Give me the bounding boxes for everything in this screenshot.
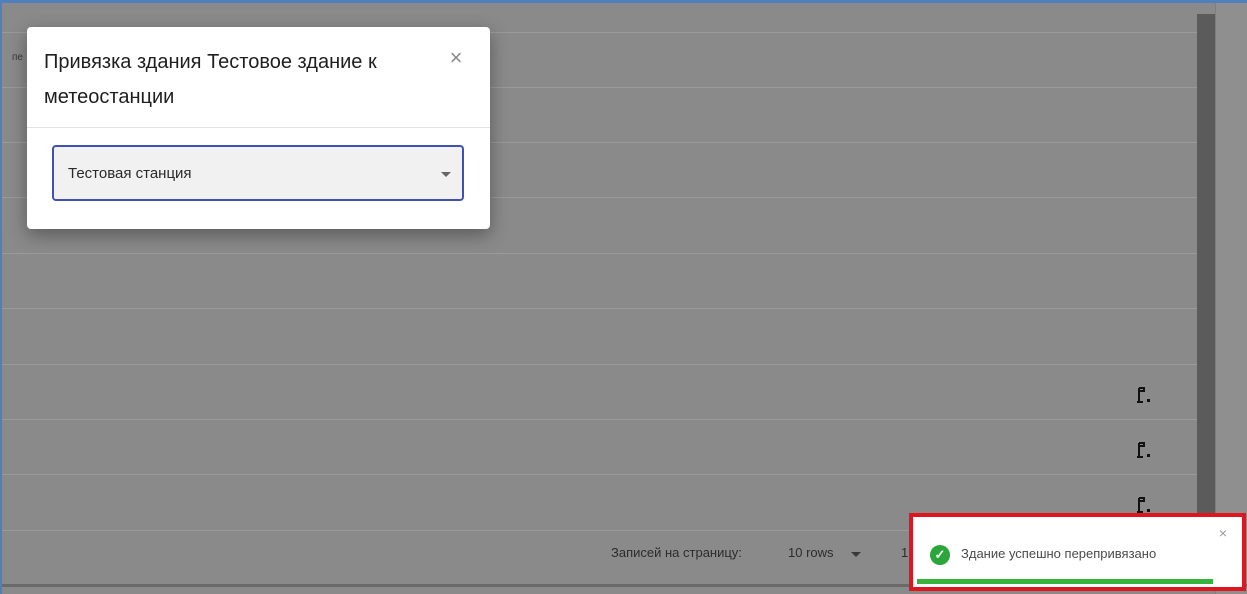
table-cell-text: пе — [12, 52, 23, 63]
page-indicator: 1 — [901, 545, 909, 560]
table-row-divider — [2, 253, 1197, 254]
toast-message: Здание успешно перепривязано — [961, 546, 1157, 561]
close-icon[interactable]: × — [1216, 526, 1230, 540]
toast-progress-bar — [917, 579, 1213, 584]
table-row-divider — [2, 474, 1197, 475]
bind-station-dialog: Привязка здания Тестовое здание к метеос… — [27, 27, 490, 229]
success-toast: ✓ Здание успешно перепривязано × — [913, 517, 1242, 587]
rows-per-page-label: Записей на страницу: — [611, 545, 742, 560]
dialog-divider — [27, 127, 490, 128]
flag-icon[interactable] — [1134, 385, 1156, 407]
scrollbar[interactable] — [1197, 14, 1215, 584]
close-icon[interactable]: × — [445, 47, 467, 69]
station-select-value: Тестовая станция — [68, 165, 192, 182]
flag-icon[interactable] — [1134, 440, 1156, 462]
table-row-divider — [2, 364, 1197, 365]
station-select[interactable]: Тестовая станция — [52, 145, 464, 201]
right-panel — [1215, 3, 1247, 594]
table-row-divider — [2, 308, 1197, 309]
dialog-title: Привязка здания Тестовое здание к метеос… — [44, 51, 377, 108]
chevron-down-icon[interactable] — [851, 552, 861, 557]
table-row-divider — [2, 419, 1197, 420]
check-circle-icon: ✓ — [930, 545, 950, 565]
chevron-down-icon[interactable] — [441, 172, 451, 177]
rows-per-page-select[interactable]: 10 rows — [788, 545, 834, 560]
